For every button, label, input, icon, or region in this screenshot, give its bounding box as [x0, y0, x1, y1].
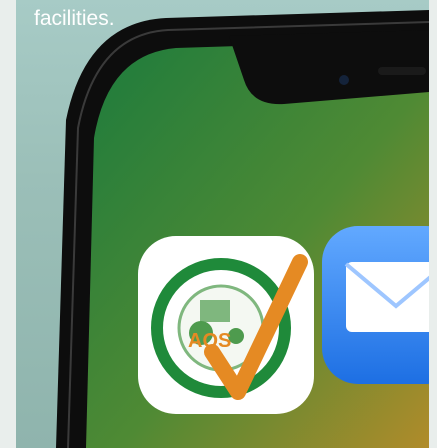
hero-panel: facilities. AQS — [16, 0, 429, 448]
quality-standard-app-icon[interactable]: AQS — [138, 236, 314, 414]
speaker-grille — [378, 67, 426, 75]
mail-app-icon[interactable] — [322, 226, 429, 384]
phone-illustration: AQS — [56, 10, 429, 448]
camera-dot — [339, 75, 349, 85]
